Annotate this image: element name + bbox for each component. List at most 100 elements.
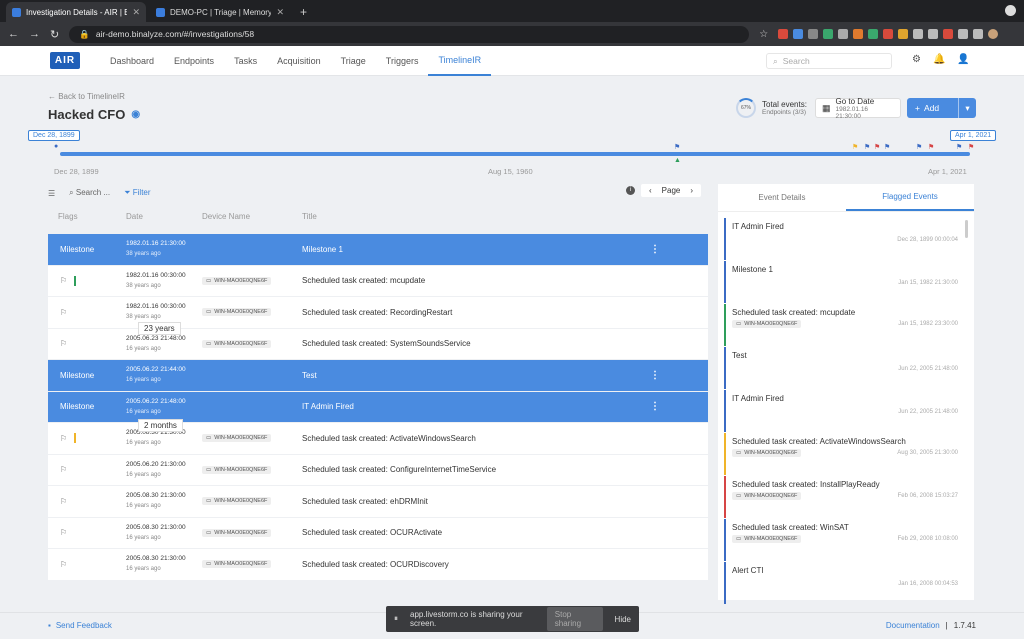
flag-icon[interactable]: ⚐	[60, 434, 67, 443]
header-date[interactable]: Date	[108, 212, 202, 228]
flag-icon[interactable]: ⚐	[60, 339, 67, 348]
timeline-flag-icon[interactable]: ⚑	[916, 143, 922, 151]
extension-icon[interactable]	[853, 29, 864, 39]
prev-page-icon[interactable]: ‹	[649, 186, 652, 195]
documentation-link[interactable]: Documentation	[886, 621, 940, 630]
nav-acquisition[interactable]: Acquisition	[267, 46, 331, 76]
timeline-flag-icon[interactable]: ⚑	[674, 143, 680, 151]
hide-button[interactable]: Hide	[615, 615, 631, 624]
flag-icon[interactable]: ⚐	[60, 276, 67, 285]
extension-icon[interactable]	[778, 29, 789, 39]
extension-icon[interactable]	[808, 29, 819, 39]
timeline-flag-icon[interactable]: ⚑	[968, 143, 974, 151]
panel-scrollbar[interactable]	[965, 220, 968, 238]
flag-icon[interactable]: ⚐	[60, 560, 67, 569]
puzzle-icon[interactable]	[973, 29, 984, 39]
extension-icon[interactable]	[823, 29, 834, 39]
extension-icon[interactable]	[928, 29, 939, 39]
nav-triggers[interactable]: Triggers	[376, 46, 429, 76]
bookmark-star-icon[interactable]: ☆	[759, 29, 768, 40]
nav-dashboard[interactable]: Dashboard	[100, 46, 164, 76]
more-vertical-icon[interactable]: ⋮	[650, 401, 660, 412]
timeline-flag-icon[interactable]: ⚑	[874, 143, 880, 151]
device-chip[interactable]: ▭ WIN-MAO0E0QNE6F	[202, 528, 272, 537]
timeline-start-handle-icon[interactable]: ●	[54, 143, 58, 150]
header-search-input[interactable]: ⌕ Search	[766, 53, 892, 69]
header-device[interactable]: Device Name	[202, 212, 302, 228]
extension-icon[interactable]	[898, 29, 909, 39]
browser-profile-icon[interactable]	[1005, 5, 1016, 16]
flagged-event-item[interactable]: Milestone 1 Jan 15, 1982 21:30:00	[724, 261, 966, 303]
flagged-event-item[interactable]: Scheduled task created: InstallPlayReady…	[724, 476, 966, 518]
header-title[interactable]: Title	[302, 212, 708, 228]
user-icon[interactable]: 👤	[957, 54, 969, 65]
device-chip[interactable]: ▭ WIN-MAO0E0QNE6F	[202, 497, 272, 506]
milestone-row[interactable]: Milestone 2005.06.22 21:44:00 16 years a…	[48, 360, 708, 392]
nav-timelineir[interactable]: TimelineIR	[428, 46, 492, 76]
settings-gear-icon[interactable]: ⚙	[912, 54, 921, 65]
flagged-event-item[interactable]: Test Jun 22, 2005 21:48:00	[724, 347, 966, 389]
extension-icon[interactable]	[793, 29, 804, 39]
eye-icon[interactable]: ◉	[131, 109, 140, 120]
tab-flagged-events[interactable]: Flagged Events	[846, 184, 974, 211]
device-chip[interactable]: ▭ WIN-MAO0E0QNE6F	[732, 492, 802, 500]
flag-icon[interactable]: ⚐	[60, 528, 67, 537]
extension-icon[interactable]	[883, 29, 894, 39]
close-icon[interactable]: ✕	[132, 7, 140, 18]
filter-button[interactable]: ⏷ Filter	[124, 188, 150, 198]
table-row[interactable]: ⚐ 2005.06.20 21:30:00 16 years ago ▭ WIN-…	[48, 454, 708, 486]
flagged-event-item[interactable]: Alert CTI Jan 16, 2008 00:04:53	[724, 562, 966, 604]
columns-icon[interactable]: ☰	[48, 189, 55, 198]
table-search-input[interactable]: ⌕ Search ...	[69, 188, 110, 198]
extension-icon[interactable]	[958, 29, 969, 39]
device-chip[interactable]: ▭ WIN-MAO0E0QNE6F	[202, 560, 272, 569]
go-to-date-button[interactable]: ▦ Go to Date 1982.01.16 21:30:00	[815, 97, 901, 120]
table-row[interactable]: ⚐ 2005.08.30 21:30:00 16 years ago ▭ WIN-…	[48, 517, 708, 549]
back-arrow-icon[interactable]: ←	[8, 28, 19, 40]
header-flags[interactable]: Flags	[48, 212, 108, 228]
flagged-event-item[interactable]: Scheduled task created: mcupdate ▭ WIN-MA…	[724, 304, 966, 346]
more-vertical-icon[interactable]: ⋮	[650, 244, 660, 255]
device-chip[interactable]: ▭ WIN-MAO0E0QNE6F	[202, 339, 272, 348]
timeline-flag-icon[interactable]: ⚑	[884, 143, 890, 151]
extension-icon[interactable]	[913, 29, 924, 39]
close-icon[interactable]: ✕	[276, 7, 284, 18]
milestone-row[interactable]: Milestone 1982.01.16 21:30:00 38 years a…	[48, 234, 708, 266]
device-chip[interactable]: ▭ WIN-MAO0E0QNE6F	[202, 276, 272, 285]
reload-icon[interactable]: ↻	[50, 28, 59, 41]
table-row[interactable]: ⚐ 1982.01.16 00:30:00 38 years ago ▭ WIN-…	[48, 265, 708, 297]
air-logo[interactable]: AIR	[50, 52, 80, 69]
send-feedback-link[interactable]: ▪ Send Feedback	[48, 621, 112, 630]
device-chip[interactable]: ▭ WIN-MAO0E0QNE6F	[202, 308, 272, 317]
flag-icon[interactable]: ⚐	[60, 308, 67, 317]
forward-arrow-icon[interactable]: →	[29, 28, 40, 40]
nav-tasks[interactable]: Tasks	[224, 46, 267, 76]
flag-icon[interactable]: ⚐	[60, 465, 67, 474]
nav-endpoints[interactable]: Endpoints	[164, 46, 224, 76]
table-row[interactable]: ⚐ 2005.08.30 21:30:00 16 years ago ▭ WIN-…	[48, 549, 708, 581]
timeline-flag-icon[interactable]: ⚑	[864, 143, 870, 151]
timeline-flag-icon[interactable]: ⚑	[928, 143, 934, 151]
url-field[interactable]: 🔒 air-demo.binalyze.com/#/investigations…	[69, 25, 750, 43]
notifications-bell-icon[interactable]: 🔔	[933, 54, 945, 65]
timeline-bar[interactable]	[60, 152, 970, 156]
browser-tab-2[interactable]: DEMO-PC | Triage | Memory I... ✕	[150, 2, 290, 22]
more-vertical-icon[interactable]: ⋮	[650, 370, 660, 381]
extension-icon[interactable]	[868, 29, 879, 39]
profile-avatar-icon[interactable]	[988, 29, 999, 39]
new-tab-icon[interactable]: +	[294, 5, 313, 22]
flagged-event-item[interactable]: IT Admin Fired Dec 28, 1899 00:00:04	[724, 218, 966, 260]
timeline-marker-icon[interactable]: ▲	[674, 157, 681, 164]
flagged-event-item[interactable]: Scheduled task created: WinSAT ▭ WIN-MAO0…	[724, 519, 966, 561]
flag-icon[interactable]: ⚐	[60, 497, 67, 506]
browser-tab-1[interactable]: Investigation Details - AIR | Bi... ✕	[6, 2, 146, 22]
info-icon[interactable]: i	[626, 186, 635, 195]
chevron-down-icon[interactable]: ▾	[958, 98, 976, 118]
device-chip[interactable]: ▭ WIN-MAO0E0QNE6F	[202, 434, 272, 443]
next-page-icon[interactable]: ›	[690, 186, 693, 195]
stop-sharing-button[interactable]: Stop sharing	[546, 607, 603, 631]
tab-event-details[interactable]: Event Details	[718, 184, 846, 211]
device-chip[interactable]: ▭ WIN-MAO0E0QNE6F	[732, 320, 802, 328]
device-chip[interactable]: ▭ WIN-MAO0E0QNE6F	[732, 535, 802, 543]
device-chip[interactable]: ▭ WIN-MAO0E0QNE6F	[202, 465, 272, 474]
